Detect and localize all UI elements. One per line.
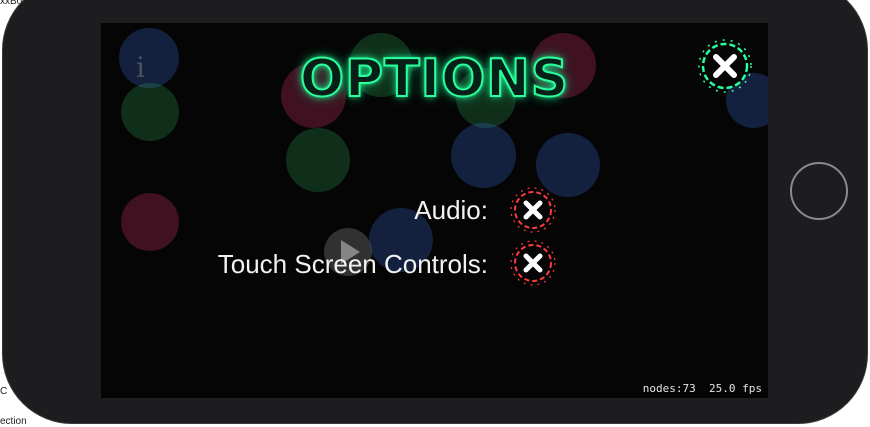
option-label-touch-controls: Touch Screen Controls: [217, 249, 488, 279]
fps-counter: 25.0 fps [709, 382, 762, 395]
page-title: OPTIONS [299, 48, 570, 110]
window-bottom-fragment: ection [0, 416, 27, 427]
close-icon [698, 39, 752, 93]
home-button[interactable] [790, 162, 848, 220]
window-side-fragment: C [0, 386, 8, 397]
background-virus-icon [286, 128, 350, 192]
background-virus-icon [121, 193, 179, 251]
node-count: nodes:73 [642, 382, 696, 395]
close-button[interactable] [695, 36, 755, 96]
close-icon [510, 240, 556, 286]
background-virus-icon [451, 123, 516, 188]
debug-stats: nodes:73 25.0 fps [643, 382, 762, 395]
close-icon [510, 187, 556, 233]
audio-toggle[interactable] [508, 185, 558, 235]
game-screen: i OPTIONS Audio: Touch Screen Controls: … [101, 23, 768, 398]
touch-controls-toggle[interactable] [508, 238, 558, 288]
option-label-audio: Audio: [414, 195, 488, 225]
